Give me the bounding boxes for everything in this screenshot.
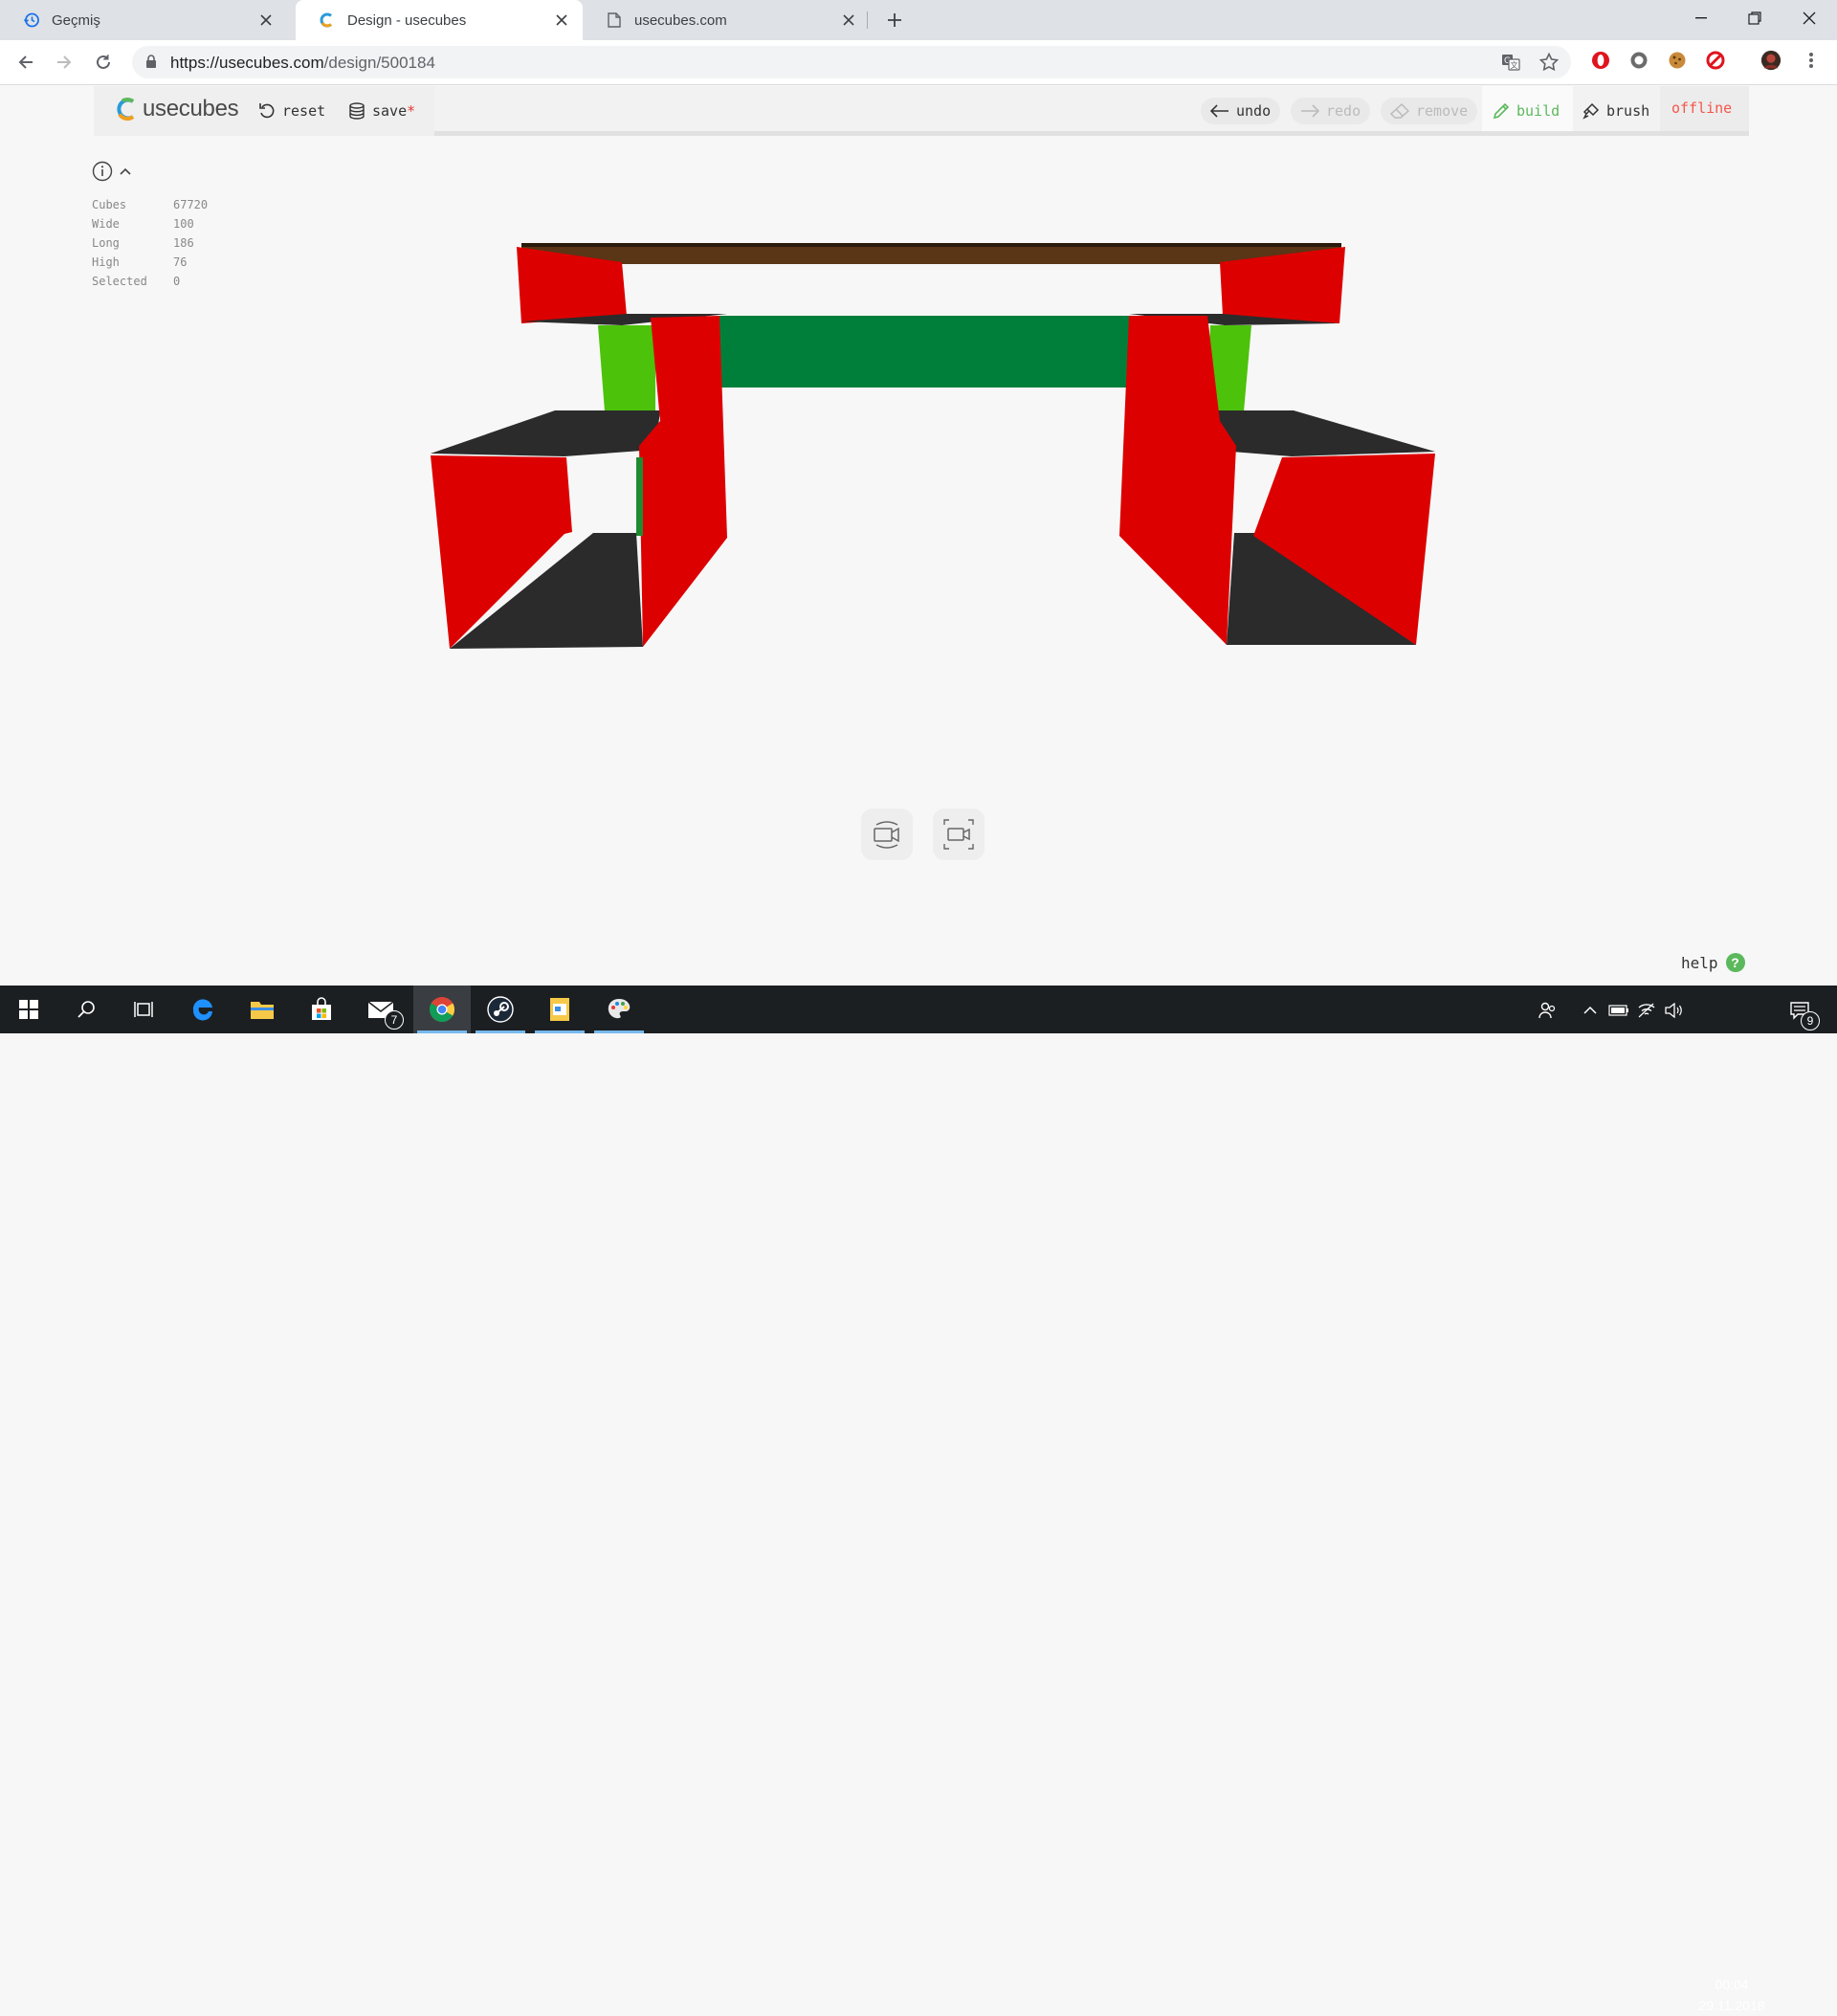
3d-design-canvas[interactable] [0, 0, 1837, 1033]
rotate-camera-button[interactable] [861, 809, 913, 860]
left-pedestal-top-shelf[interactable] [431, 410, 660, 456]
windows-logo-icon [19, 1000, 38, 1019]
steam-button[interactable] [472, 986, 529, 1033]
store-icon [312, 997, 331, 1020]
edge-icon [192, 999, 212, 1021]
mail-button[interactable]: 7 [352, 986, 409, 1033]
steam-icon [487, 996, 514, 1023]
help-label: help [1681, 953, 1718, 972]
task-view-icon [134, 1002, 153, 1017]
rotate-camera-icon [874, 821, 899, 849]
paint-app-button[interactable] [590, 986, 648, 1033]
desk-top-plank-edge [521, 243, 1341, 247]
wifi-icon[interactable] [1636, 1000, 1657, 1021]
help-question-icon: ? [1725, 953, 1745, 972]
clock-time: 00:04 [1715, 1977, 1749, 1992]
chrome-icon [429, 997, 455, 1023]
action-center-icon[interactable]: 9 [1789, 1000, 1820, 1030]
clock-date: 29.11.2018 [1698, 1998, 1765, 2013]
store-button[interactable] [293, 986, 350, 1033]
file-explorer-button[interactable] [233, 986, 291, 1033]
fit-camera-button[interactable] [933, 809, 985, 860]
right-pedestal-top-shelf[interactable] [1207, 410, 1435, 456]
show-hidden-icons-chevron-icon[interactable] [1580, 1000, 1601, 1021]
left-pedestal-inner [636, 457, 643, 536]
system-clock[interactable]: 00:04 29.11.2018 [1686, 1974, 1778, 2016]
volume-icon[interactable] [1663, 1000, 1684, 1021]
folder-icon [251, 1002, 274, 1019]
people-icon[interactable] [1537, 1000, 1558, 1021]
task-view-button[interactable] [115, 986, 172, 1033]
battery-icon[interactable] [1608, 1000, 1629, 1021]
help-button[interactable]: help ? [1681, 953, 1745, 972]
start-button[interactable] [0, 986, 57, 1033]
search-button[interactable] [57, 986, 115, 1033]
search-icon [77, 1001, 95, 1018]
fit-camera-icon [943, 819, 974, 850]
paint-palette-icon [608, 999, 631, 1019]
mail-badge: 7 [385, 1010, 404, 1030]
back-panel[interactable] [719, 316, 1129, 388]
windows-taskbar: 7 00:04 29.11.2018 9 [0, 986, 1837, 2013]
left-inner-post[interactable] [598, 325, 655, 411]
chrome-taskbar-button[interactable] [413, 986, 471, 1033]
notepad-app-button[interactable] [531, 986, 588, 1033]
edge-browser-button[interactable] [174, 986, 232, 1033]
document-app-icon [550, 998, 569, 1021]
notification-badge: 9 [1801, 1011, 1820, 1030]
